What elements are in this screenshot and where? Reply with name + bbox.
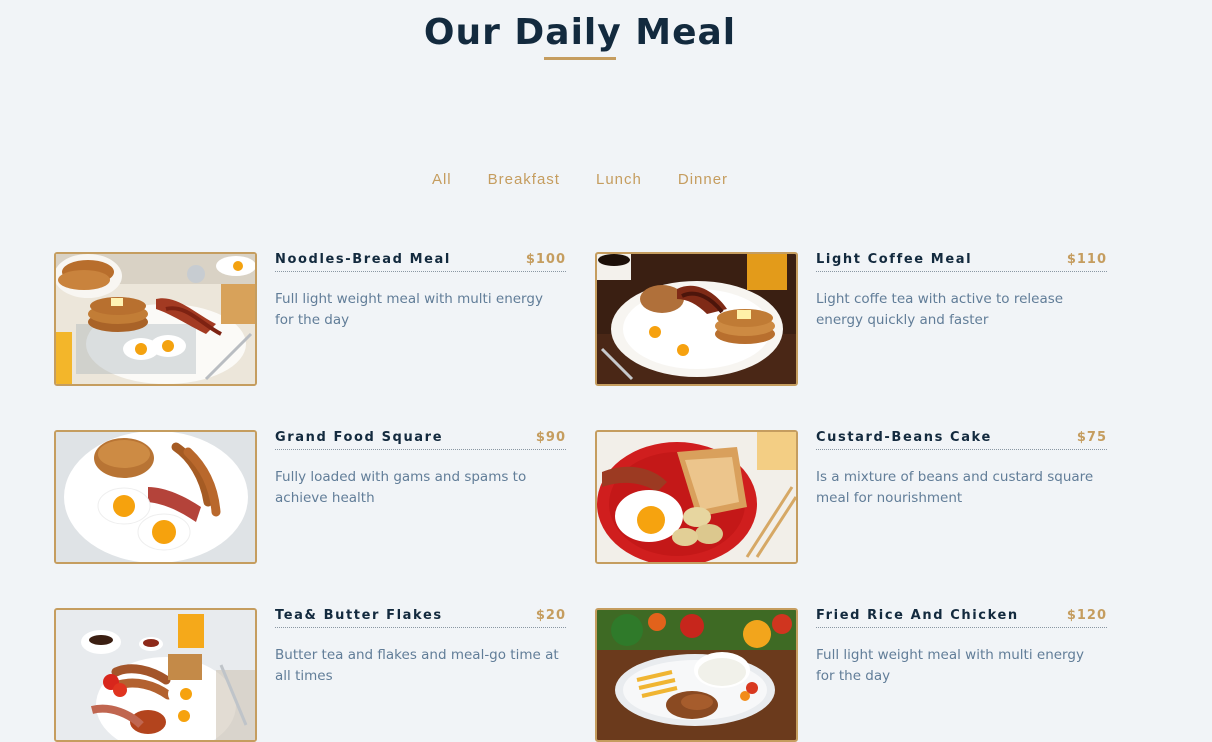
pancakes-eggs-bacon-photo bbox=[54, 252, 257, 386]
menu-item-header: Tea& Butter Flakes $20 bbox=[275, 608, 566, 628]
menu-item: Noodles-Bread Meal $100 Full light weigh… bbox=[54, 252, 566, 386]
menu-item: Fried Rice And Chicken $120 Full light w… bbox=[595, 608, 1107, 742]
menu-item-price: $120 bbox=[1066, 608, 1107, 623]
filter-bar: All Breakfast Lunch Dinner bbox=[0, 171, 1160, 188]
menu-item-description: Light coffe tea with active to release e… bbox=[816, 291, 1064, 328]
menu-item-header: Fried Rice And Chicken $120 bbox=[816, 608, 1107, 628]
menu-item-info: Tea& Butter Flakes $20 Butter tea and fl… bbox=[275, 608, 566, 742]
menu-item-header: Custard-Beans Cake $75 bbox=[816, 430, 1107, 450]
filter-dinner-button[interactable]: Dinner bbox=[660, 171, 746, 188]
menu-item-info: Custard-Beans Cake $75 Is a mixture of b… bbox=[816, 430, 1107, 564]
menu-item-info: Noodles-Bread Meal $100 Full light weigh… bbox=[275, 252, 566, 386]
menu-item-header: Grand Food Square $90 bbox=[275, 430, 566, 450]
menu-item-description: Full light weight meal with multi energy… bbox=[816, 647, 1084, 684]
filter-all-button[interactable]: All bbox=[414, 171, 470, 188]
menu-item-title: Fried Rice And Chicken bbox=[816, 608, 1019, 623]
menu-item: Light Coffee Meal $110 Light coffe tea w… bbox=[595, 252, 1107, 386]
filter-breakfast-button[interactable]: Breakfast bbox=[470, 171, 578, 188]
menu-item-description: Fully loaded with gams and spams to achi… bbox=[275, 469, 527, 506]
section-heading: Our Daily Meal bbox=[0, 12, 1160, 60]
menu-item-price: $75 bbox=[1076, 430, 1107, 445]
menu-item-header: Noodles-Bread Meal $100 bbox=[275, 252, 566, 272]
menu-item-title: Grand Food Square bbox=[275, 430, 444, 445]
menu-item-title: Noodles-Bread Meal bbox=[275, 252, 451, 267]
menu-item-description: Butter tea and flakes and meal-go time a… bbox=[275, 647, 559, 684]
menu-item-title: Tea& Butter Flakes bbox=[275, 608, 443, 623]
title-underline bbox=[544, 57, 616, 60]
page-title: Our Daily Meal bbox=[423, 12, 737, 53]
full-breakfast-photo bbox=[54, 608, 257, 742]
toast-egg-potato-photo bbox=[595, 430, 798, 564]
eggs-sausage-pancake-photo bbox=[54, 430, 257, 564]
menu-item: Custard-Beans Cake $75 Is a mixture of b… bbox=[595, 430, 1107, 564]
menu-item-price: $90 bbox=[535, 430, 566, 445]
menu-item-description: Is a mixture of beans and custard square… bbox=[816, 469, 1094, 506]
menu-item-info: Grand Food Square $90 Fully loaded with … bbox=[275, 430, 566, 564]
menu-item: Grand Food Square $90 Fully loaded with … bbox=[54, 430, 566, 564]
menu-item-title: Light Coffee Meal bbox=[816, 252, 973, 267]
menu-item-price: $20 bbox=[535, 608, 566, 623]
menu-item-price: $100 bbox=[525, 252, 566, 267]
menu-item: Tea& Butter Flakes $20 Butter tea and fl… bbox=[54, 608, 566, 742]
menu-item-title: Custard-Beans Cake bbox=[816, 430, 992, 445]
menu-grid: Noodles-Bread Meal $100 Full light weigh… bbox=[54, 252, 1107, 742]
menu-item-info: Fried Rice And Chicken $120 Full light w… bbox=[816, 608, 1107, 742]
menu-item-description: Full light weight meal with multi energy… bbox=[275, 291, 543, 328]
menu-item-price: $110 bbox=[1066, 252, 1107, 267]
coffee-pancakes-photo bbox=[595, 252, 798, 386]
rice-chicken-photo bbox=[595, 608, 798, 742]
filter-lunch-button[interactable]: Lunch bbox=[578, 171, 660, 188]
menu-item-info: Light Coffee Meal $110 Light coffe tea w… bbox=[816, 252, 1107, 386]
menu-item-header: Light Coffee Meal $110 bbox=[816, 252, 1107, 272]
